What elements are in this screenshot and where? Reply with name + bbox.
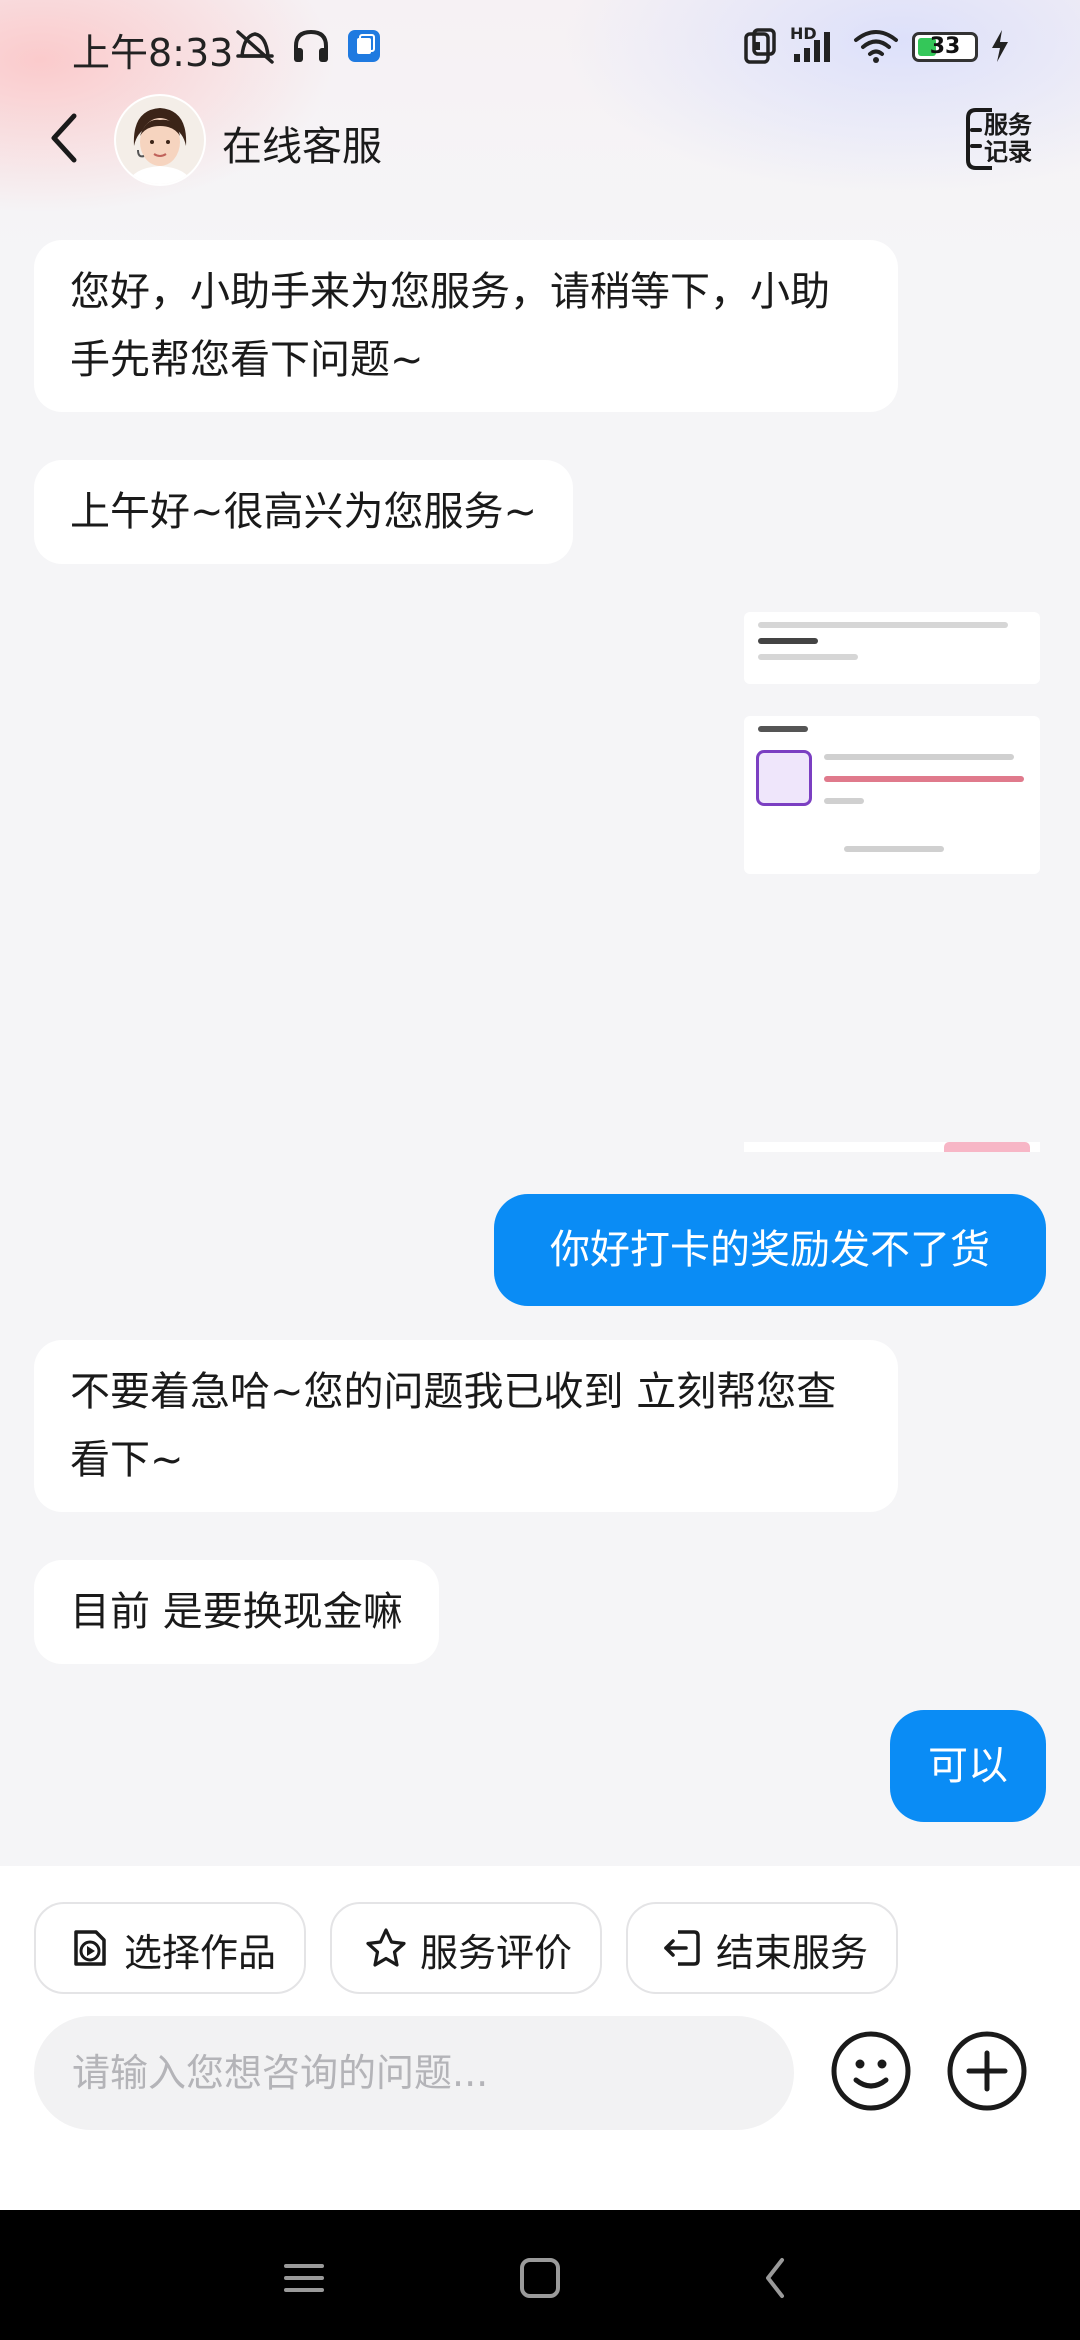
app-notification-icon xyxy=(348,30,380,62)
star-icon xyxy=(366,1928,406,1967)
card-line xyxy=(758,638,818,644)
agent-avatar xyxy=(116,96,204,184)
shared-content-card-edge xyxy=(744,1142,1040,1152)
agent-avatar-image xyxy=(116,96,204,184)
end-service-button[interactable]: 结束服务 xyxy=(626,1902,898,1994)
exit-icon xyxy=(664,1930,700,1966)
card-line xyxy=(758,622,1008,628)
battery-level: 33 xyxy=(929,34,961,59)
shared-content-card[interactable] xyxy=(744,716,1040,874)
add-more-button[interactable] xyxy=(944,2028,1030,2114)
service-rating-button[interactable]: 服务评价 xyxy=(330,1902,602,1994)
alarm-off-icon xyxy=(236,30,274,64)
service-records-label: 服务记录 xyxy=(984,111,1032,166)
chat-header: 在线客服 服务记录 xyxy=(0,96,1080,246)
card-line xyxy=(824,754,1014,760)
service-rating-label: 服务评价 xyxy=(420,1931,573,1975)
end-service-label: 结束服务 xyxy=(716,1931,869,1975)
status-time: 上午8:33 xyxy=(72,31,234,75)
message-bubble-user: 你好打卡的奖励发不了货 xyxy=(494,1194,1046,1306)
headset-icon xyxy=(294,29,328,62)
card-line xyxy=(758,654,858,660)
card-line xyxy=(758,726,808,732)
nfc-icon xyxy=(744,28,776,64)
card-line xyxy=(824,798,864,804)
home-square-icon[interactable] xyxy=(512,2250,568,2306)
bottom-panel: 选择作品 服务评价 结束服务 xyxy=(0,1866,1080,2210)
back-button[interactable] xyxy=(34,102,94,172)
message-list[interactable]: 您好，小助手来为您服务，请稍等下，小助手先帮您看下问题~ 上午好~很高兴为您服务… xyxy=(0,230,1080,1866)
status-bar: 上午8:33 HD 33 xyxy=(0,0,1080,96)
card-thumbnail xyxy=(756,750,812,806)
charging-icon xyxy=(992,30,1008,62)
battery-icon: 33 xyxy=(912,32,978,62)
message-bubble-agent: 不要着急哈~您的问题我已收到 立刻帮您查看下~ xyxy=(34,1340,898,1512)
select-work-button[interactable]: 选择作品 xyxy=(34,1902,306,1994)
message-input[interactable] xyxy=(34,2016,794,2130)
menu-icon[interactable] xyxy=(276,2250,332,2306)
wifi-icon xyxy=(854,30,898,63)
card-line xyxy=(824,776,1024,782)
message-bubble-agent: 您好，小助手来为您服务，请稍等下，小助手先帮您看下问题~ xyxy=(34,240,898,412)
service-records-button[interactable]: 服务记录 xyxy=(962,106,1042,172)
header-title: 在线客服 xyxy=(222,124,382,170)
back-triangle-icon[interactable] xyxy=(748,2250,804,2306)
card-line xyxy=(844,846,944,852)
message-bubble-agent: 目前 是要换现金嘛 xyxy=(34,1560,439,1664)
video-select-icon xyxy=(74,1930,106,1966)
signal-icon xyxy=(794,32,830,62)
select-work-label: 选择作品 xyxy=(124,1931,277,1975)
emoji-button[interactable] xyxy=(828,2028,914,2114)
message-bubble-agent: 上午好~很高兴为您服务~ xyxy=(34,460,574,564)
shared-content-card[interactable] xyxy=(744,612,1040,684)
message-bubble-user: 可以 xyxy=(890,1710,1046,1822)
system-navigation-bar xyxy=(0,2210,1080,2340)
